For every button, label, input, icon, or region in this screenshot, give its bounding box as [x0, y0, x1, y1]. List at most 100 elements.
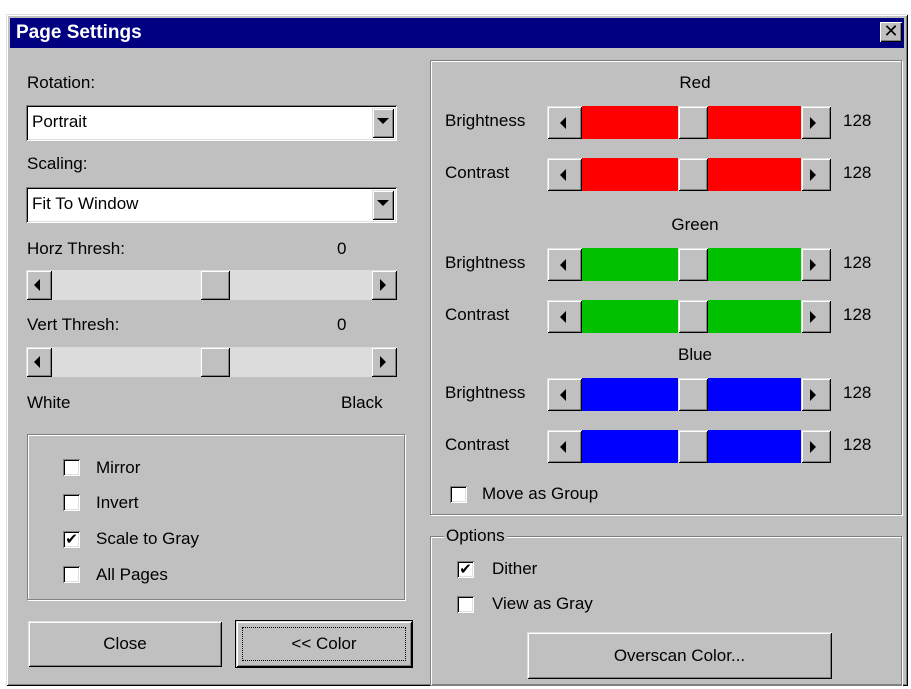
- move-as-group-label[interactable]: Move as Group: [482, 484, 598, 504]
- arrow-right-icon: [810, 440, 816, 453]
- dither-label[interactable]: Dither: [492, 559, 537, 579]
- arrow-right-icon: [810, 258, 816, 271]
- green-contrast-value: 128: [843, 305, 872, 324]
- arrow-left-icon: [34, 279, 40, 291]
- blue-brightness-label: Brightness: [445, 383, 526, 402]
- green-contrast-slider[interactable]: [547, 300, 831, 333]
- arrow-left-icon: [560, 310, 566, 323]
- all-pages-checkbox[interactable]: [63, 566, 80, 583]
- scroll-left-button[interactable]: [26, 347, 52, 377]
- red-brightness-slider[interactable]: [547, 106, 831, 139]
- arrow-left-icon: [560, 168, 566, 181]
- vert-thresh-value: 0: [337, 315, 347, 334]
- scroll-right-button[interactable]: [801, 106, 831, 139]
- move-as-group-checkbox[interactable]: [450, 486, 467, 503]
- scroll-left-button[interactable]: [547, 300, 582, 333]
- horz-thresh-thumb[interactable]: [200, 270, 230, 300]
- green-brightness-label: Brightness: [445, 253, 526, 272]
- scaling-dropdown-button[interactable]: [372, 190, 394, 220]
- title-bar: Page Settings ✕: [10, 18, 904, 48]
- scroll-right-button[interactable]: [371, 270, 397, 300]
- chevron-down-icon: [377, 200, 389, 206]
- scroll-right-button[interactable]: [801, 378, 831, 411]
- overscan-button-label: Overscan Color...: [613, 645, 746, 665]
- blue-group-title: Blue: [677, 345, 713, 364]
- scroll-right-button[interactable]: [801, 248, 831, 281]
- scroll-right-button[interactable]: [371, 347, 397, 377]
- flags-groupbox: [27, 434, 405, 600]
- arrow-right-icon: [810, 116, 816, 129]
- red-contrast-label: Contrast: [445, 163, 510, 182]
- scroll-right-button[interactable]: [801, 158, 831, 191]
- horz-thresh-label: Horz Thresh:: [27, 239, 125, 258]
- arrow-right-icon: [380, 279, 386, 291]
- close-icon[interactable]: ✕: [880, 22, 902, 42]
- vert-thresh-slider[interactable]: [26, 347, 397, 377]
- rotation-select[interactable]: Portrait: [26, 105, 397, 141]
- vert-thresh-label: Vert Thresh:: [27, 315, 120, 334]
- color-toggle-button[interactable]: << Color: [236, 621, 412, 667]
- green-group-title: Green: [671, 215, 719, 234]
- rotation-dropdown-button[interactable]: [372, 108, 394, 138]
- view-as-gray-label[interactable]: View as Gray: [492, 594, 593, 614]
- green-brightness-slider[interactable]: [547, 248, 831, 281]
- scroll-left-button[interactable]: [547, 378, 582, 411]
- white-label: White: [27, 393, 71, 412]
- blue-contrast-value: 128: [843, 435, 872, 454]
- dither-checkbox[interactable]: ✔: [457, 561, 474, 578]
- scale-to-gray-checkbox[interactable]: ✔: [63, 531, 80, 548]
- green-contrast-thumb[interactable]: [678, 300, 708, 333]
- blue-brightness-slider[interactable]: [547, 378, 831, 411]
- arrow-right-icon: [810, 310, 816, 323]
- scaling-select[interactable]: Fit To Window: [26, 187, 397, 223]
- red-brightness-label: Brightness: [445, 111, 526, 130]
- scaling-label: Scaling:: [27, 154, 88, 173]
- scaling-value: Fit To Window: [32, 194, 139, 213]
- scroll-right-button[interactable]: [801, 430, 831, 463]
- green-brightness-thumb[interactable]: [678, 248, 708, 281]
- view-as-gray-checkbox[interactable]: [457, 596, 474, 613]
- horz-thresh-value: 0: [337, 239, 347, 258]
- scale-to-gray-label[interactable]: Scale to Gray: [96, 529, 199, 549]
- arrow-left-icon: [34, 356, 40, 368]
- arrow-right-icon: [380, 356, 386, 368]
- blue-brightness-value: 128: [843, 383, 872, 402]
- rotation-label: Rotation:: [27, 73, 96, 92]
- arrow-left-icon: [560, 440, 566, 453]
- invert-checkbox[interactable]: [63, 494, 80, 511]
- horz-thresh-slider[interactable]: [26, 270, 397, 300]
- overscan-color-button[interactable]: Overscan Color...: [527, 632, 832, 679]
- invert-label[interactable]: Invert: [96, 493, 139, 513]
- blue-contrast-slider[interactable]: [547, 430, 831, 463]
- arrow-left-icon: [560, 388, 566, 401]
- close-button[interactable]: Close: [28, 621, 222, 667]
- arrow-right-icon: [810, 168, 816, 181]
- vert-thresh-thumb[interactable]: [200, 347, 230, 377]
- mirror-label[interactable]: Mirror: [96, 458, 140, 478]
- options-title: Options: [444, 526, 507, 546]
- scroll-left-button[interactable]: [547, 106, 582, 139]
- blue-brightness-thumb[interactable]: [678, 378, 708, 411]
- scroll-left-button[interactable]: [547, 158, 582, 191]
- chevron-down-icon: [377, 118, 389, 124]
- red-brightness-thumb[interactable]: [678, 106, 708, 139]
- red-contrast-thumb[interactable]: [678, 158, 708, 191]
- scroll-left-button[interactable]: [26, 270, 52, 300]
- rotation-value: Portrait: [32, 112, 87, 131]
- blue-contrast-label: Contrast: [445, 435, 510, 454]
- arrow-left-icon: [560, 258, 566, 271]
- green-contrast-label: Contrast: [445, 305, 510, 324]
- green-brightness-value: 128: [843, 253, 872, 272]
- blue-contrast-thumb[interactable]: [678, 430, 708, 463]
- red-contrast-slider[interactable]: [547, 158, 831, 191]
- scroll-left-button[interactable]: [547, 248, 582, 281]
- close-button-label: Close: [103, 634, 147, 653]
- scroll-left-button[interactable]: [547, 430, 582, 463]
- mirror-checkbox[interactable]: [63, 459, 80, 476]
- arrow-right-icon: [810, 388, 816, 401]
- scroll-right-button[interactable]: [801, 300, 831, 333]
- red-brightness-value: 128: [843, 111, 872, 130]
- black-label: Black: [341, 393, 383, 412]
- color-button-label: << Color: [291, 634, 357, 653]
- all-pages-label[interactable]: All Pages: [96, 565, 168, 585]
